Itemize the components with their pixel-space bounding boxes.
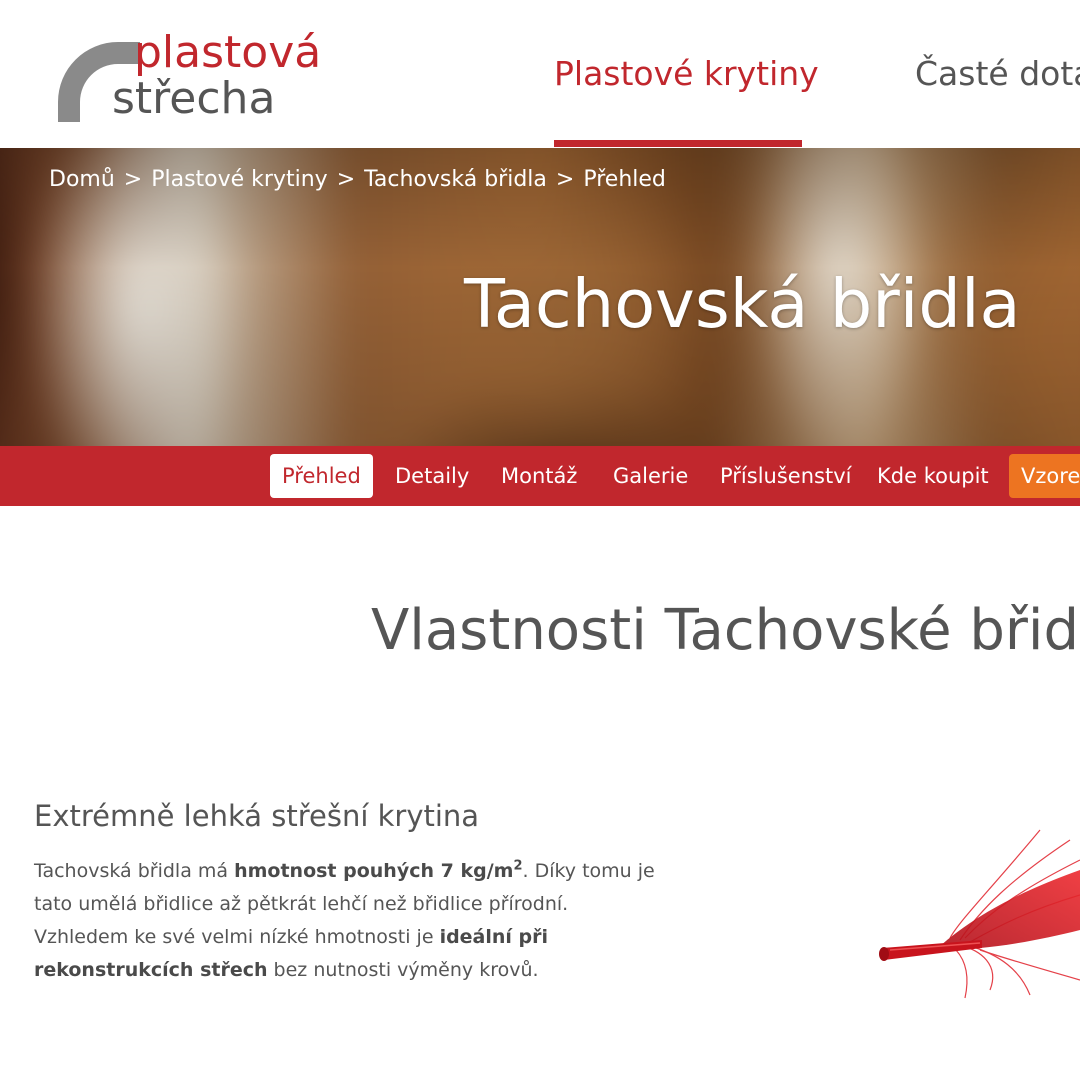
main-nav-active-indicator (554, 140, 802, 147)
product-sub-nav: Přehled Detaily Montáž Galerie Příslušen… (0, 446, 1080, 506)
breadcrumb-current: Přehled (583, 167, 666, 192)
tab-kde-koupit[interactable]: Kde koupit (877, 454, 989, 498)
logo-text-top: plastová (134, 27, 322, 78)
feature-text-segment: tato umělá břidlice až pětkrát lehčí než… (34, 893, 569, 915)
tab-galerie[interactable]: Galerie (613, 454, 688, 498)
breadcrumb-separator: > (555, 167, 575, 192)
tab-prislusenstvi[interactable]: Příslušenství (720, 454, 851, 498)
feature-text-segment: bez nutnosti výměny krovů. (267, 959, 539, 981)
tab-prehled[interactable]: Přehled (270, 454, 373, 498)
site-logo[interactable]: plastová střecha (54, 27, 344, 130)
breadcrumb: Domů > Plastové krytiny > Tachovská břidla > P… (49, 166, 666, 194)
red-feather-icon (879, 829, 1080, 999)
feature-text-bold: hmotnost pouhých 7 kg/m (234, 860, 514, 882)
feature-text-line: rekonstrukcích střech bez nutnosti výměn… (34, 954, 694, 987)
breadcrumb-item-tachovska-bridla[interactable]: Tachovská břidla (364, 167, 547, 192)
breadcrumb-item-plastove-krytiny[interactable]: Plastové krytiny (151, 167, 327, 192)
logo-text-bottom: střecha (112, 73, 276, 124)
site-header: plastová střecha Plastové krytiny Časté … (0, 0, 1080, 148)
feature-text-segment: Vzhledem ke své velmi nízké hmotnosti je (34, 926, 440, 948)
feature-text-segment: . Díky tomu je (522, 860, 655, 882)
main-nav-item-plastove-krytiny[interactable]: Plastové krytiny (554, 54, 819, 94)
feature-text-bold: ideální při (439, 926, 549, 948)
tab-detaily[interactable]: Detaily (395, 454, 469, 498)
feature-text-segment: Tachovská břidla má (34, 860, 235, 882)
free-sample-button[interactable]: Vzorek zdarma (1009, 454, 1080, 498)
feature-description: Tachovská břidla má hmotnost pouhých 7 k… (34, 855, 694, 987)
feature-text-bold: rekonstrukcích střech (34, 959, 268, 981)
breadcrumb-separator: > (336, 167, 356, 192)
tab-montaz[interactable]: Montáž (501, 454, 577, 498)
breadcrumb-item-home[interactable]: Domů (49, 167, 115, 192)
feature-text-line: Vzhledem ke své velmi nízké hmotnosti je… (34, 921, 694, 954)
breadcrumb-separator: > (123, 167, 143, 192)
feature-text-line: Tachovská břidla má hmotnost pouhých 7 k… (34, 855, 694, 888)
feature-heading: Extrémně lehká střešní krytina (34, 799, 480, 833)
hero-title: Tachovská břidla (464, 265, 1021, 343)
main-nav-item-caste-dotazy[interactable]: Časté dotazy (915, 54, 1080, 94)
section-title: Vlastnosti Tachovské břidly (371, 598, 1080, 663)
feature-text-line: tato umělá břidlice až pětkrát lehčí než… (34, 888, 694, 921)
hero-banner: Domů > Plastové krytiny > Tachovská břidla > P… (0, 148, 1080, 446)
